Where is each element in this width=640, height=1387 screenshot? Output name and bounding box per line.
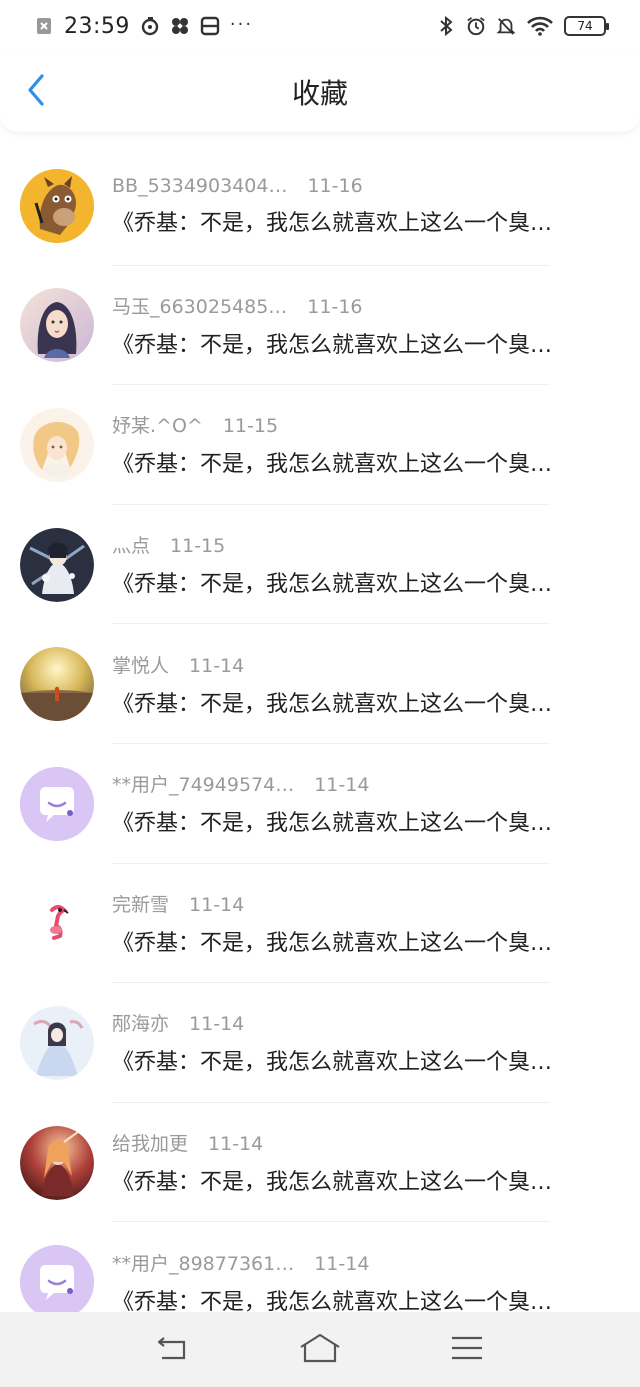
back-button[interactable] [20, 74, 52, 110]
item-date: 11-14 [189, 654, 245, 677]
list-item[interactable]: BB_5334903404… 11-16 《乔基：不是，我怎么就喜欢上这么一个臭… [0, 146, 640, 266]
username[interactable]: BB_5334903404… [112, 175, 287, 197]
clock: 23:59 [64, 13, 130, 39]
item-text: 灬点 11-15 《乔基：不是，我怎么就喜欢上这么一个臭… [112, 531, 602, 598]
item-text: 妤某.^O^ 11-15 《乔基：不是，我怎么就喜欢上这么一个臭… [112, 411, 602, 478]
nav-menu-button[interactable] [437, 1330, 497, 1370]
username[interactable]: 掌悦人 [112, 651, 169, 678]
username[interactable]: 马玉_663025485… [112, 292, 287, 319]
avatar [20, 766, 94, 841]
list-item[interactable]: 掌悦人 11-14 《乔基：不是，我怎么就喜欢上这么一个臭… [0, 624, 640, 744]
page-header: 收藏 [0, 52, 640, 132]
avatar [20, 1245, 94, 1312]
nav-back-button[interactable] [143, 1330, 203, 1370]
item-text: 完新雪 11-14 《乔基：不是，我怎么就喜欢上这么一个臭… [112, 890, 602, 957]
item-excerpt[interactable]: 《乔基：不是，我怎么就喜欢上这么一个臭… [112, 205, 598, 237]
avatar [20, 407, 94, 482]
notification-blocked-icon [34, 16, 54, 36]
list-item[interactable]: **用户_89877361… 11-14 《乔基：不是，我怎么就喜欢上这么一个臭… [0, 1222, 640, 1312]
username[interactable]: 给我加更 [112, 1129, 188, 1156]
avatar [20, 647, 94, 722]
mute-icon [496, 16, 516, 36]
username[interactable]: **用户_89877361… [112, 1249, 294, 1276]
username[interactable]: 完新雪 [112, 890, 169, 917]
avatar [20, 1125, 94, 1200]
status-bar: 23:59 ··· 74 [0, 0, 640, 52]
item-meta: 邴海亦 11-14 [112, 1009, 602, 1036]
item-date: 11-15 [170, 535, 226, 558]
item-meta: 妤某.^O^ 11-15 [112, 411, 602, 438]
item-meta: 灬点 11-15 [112, 531, 602, 558]
avatar [20, 288, 94, 363]
username[interactable]: 妤某.^O^ [112, 411, 203, 438]
page-title: 收藏 [291, 77, 348, 110]
item-text: 给我加更 11-14 《乔基：不是，我怎么就喜欢上这么一个臭… [112, 1129, 602, 1196]
list-item[interactable]: 马玉_663025485… 11-16 《乔基：不是，我怎么就喜欢上这么一个臭… [0, 266, 640, 386]
item-meta: BB_5334903404… 11-16 [112, 175, 602, 197]
status-left: 23:59 ··· [34, 14, 253, 39]
item-excerpt[interactable]: 《乔基：不是，我怎么就喜欢上这么一个臭… [112, 1044, 598, 1076]
fan-icon [170, 16, 190, 36]
item-date: 11-16 [307, 295, 363, 318]
item-date: 11-14 [208, 1133, 264, 1156]
list-item[interactable]: 完新雪 11-14 《乔基：不是，我怎么就喜欢上这么一个臭… [0, 864, 640, 984]
avatar [20, 1005, 94, 1080]
status-right: 74 [436, 16, 609, 36]
bluetooth-icon [436, 16, 456, 36]
list-item[interactable]: 邴海亦 11-14 《乔基：不是，我怎么就喜欢上这么一个臭… [0, 983, 640, 1103]
avatar [20, 527, 94, 602]
item-meta: **用户_74949574… 11-14 [112, 770, 602, 797]
more-notifications: ··· [229, 13, 254, 35]
item-text: **用户_74949574… 11-14 《乔基：不是，我怎么就喜欢上这么一个臭… [112, 770, 602, 837]
item-meta: **用户_89877361… 11-14 [112, 1249, 602, 1276]
item-meta: 完新雪 11-14 [112, 890, 602, 917]
timer-icon [140, 16, 160, 36]
list-item[interactable]: **用户_74949574… 11-14 《乔基：不是，我怎么就喜欢上这么一个臭… [0, 744, 640, 864]
avatar [20, 168, 94, 243]
battery-indicator: 74 [564, 16, 609, 36]
item-excerpt[interactable]: 《乔基：不是，我怎么就喜欢上这么一个臭… [112, 686, 598, 718]
favorites-list: BB_5334903404… 11-16 《乔基：不是，我怎么就喜欢上这么一个臭… [0, 146, 640, 1312]
item-excerpt[interactable]: 《乔基：不是，我怎么就喜欢上这么一个臭… [112, 925, 598, 957]
list-item[interactable]: 妤某.^O^ 11-15 《乔基：不是，我怎么就喜欢上这么一个臭… [0, 385, 640, 505]
item-text: **用户_89877361… 11-14 《乔基：不是，我怎么就喜欢上这么一个臭… [112, 1249, 602, 1312]
item-text: BB_5334903404… 11-16 《乔基：不是，我怎么就喜欢上这么一个臭… [112, 175, 602, 237]
home-icon [299, 1333, 341, 1367]
avatar [20, 886, 94, 961]
wifi-icon [526, 16, 554, 36]
item-text: 马玉_663025485… 11-16 《乔基：不是，我怎么就喜欢上这么一个臭… [112, 292, 602, 359]
item-text: 邴海亦 11-14 《乔基：不是，我怎么就喜欢上这么一个臭… [112, 1009, 602, 1076]
nav-home-button[interactable] [290, 1330, 350, 1370]
list-item[interactable]: 灬点 11-15 《乔基：不是，我怎么就喜欢上这么一个臭… [0, 505, 640, 625]
item-date: 11-14 [189, 893, 245, 916]
username[interactable]: 邴海亦 [112, 1009, 169, 1036]
return-icon [156, 1334, 190, 1366]
username[interactable]: 灬点 [112, 531, 150, 558]
item-meta: 给我加更 11-14 [112, 1129, 602, 1156]
item-date: 11-14 [189, 1013, 245, 1036]
username[interactable]: **用户_74949574… [112, 770, 294, 797]
item-date: 11-14 [314, 1252, 370, 1275]
item-excerpt[interactable]: 《乔基：不是，我怎么就喜欢上这么一个臭… [112, 1164, 598, 1196]
item-excerpt[interactable]: 《乔基：不是，我怎么就喜欢上这么一个臭… [112, 327, 598, 359]
system-nav-bar [0, 1312, 640, 1387]
chevron-left-icon [26, 73, 46, 111]
item-meta: 马玉_663025485… 11-16 [112, 292, 602, 319]
item-date: 11-14 [314, 774, 370, 797]
item-text: 掌悦人 11-14 《乔基：不是，我怎么就喜欢上这么一个臭… [112, 651, 602, 718]
alarm-icon [466, 16, 486, 36]
menu-icon [451, 1335, 483, 1365]
list-item[interactable]: 给我加更 11-14 《乔基：不是，我怎么就喜欢上这么一个臭… [0, 1103, 640, 1223]
item-excerpt[interactable]: 《乔基：不是，我怎么就喜欢上这么一个臭… [112, 805, 598, 837]
item-date: 11-15 [222, 415, 279, 438]
item-excerpt[interactable]: 《乔基：不是，我怎么就喜欢上这么一个臭… [112, 566, 598, 598]
card-icon [200, 16, 220, 36]
item-excerpt[interactable]: 《乔基：不是，我怎么就喜欢上这么一个臭… [112, 446, 598, 478]
item-excerpt[interactable]: 《乔基：不是，我怎么就喜欢上这么一个臭… [112, 1284, 598, 1312]
item-date: 11-16 [307, 174, 363, 197]
item-meta: 掌悦人 11-14 [112, 651, 602, 678]
